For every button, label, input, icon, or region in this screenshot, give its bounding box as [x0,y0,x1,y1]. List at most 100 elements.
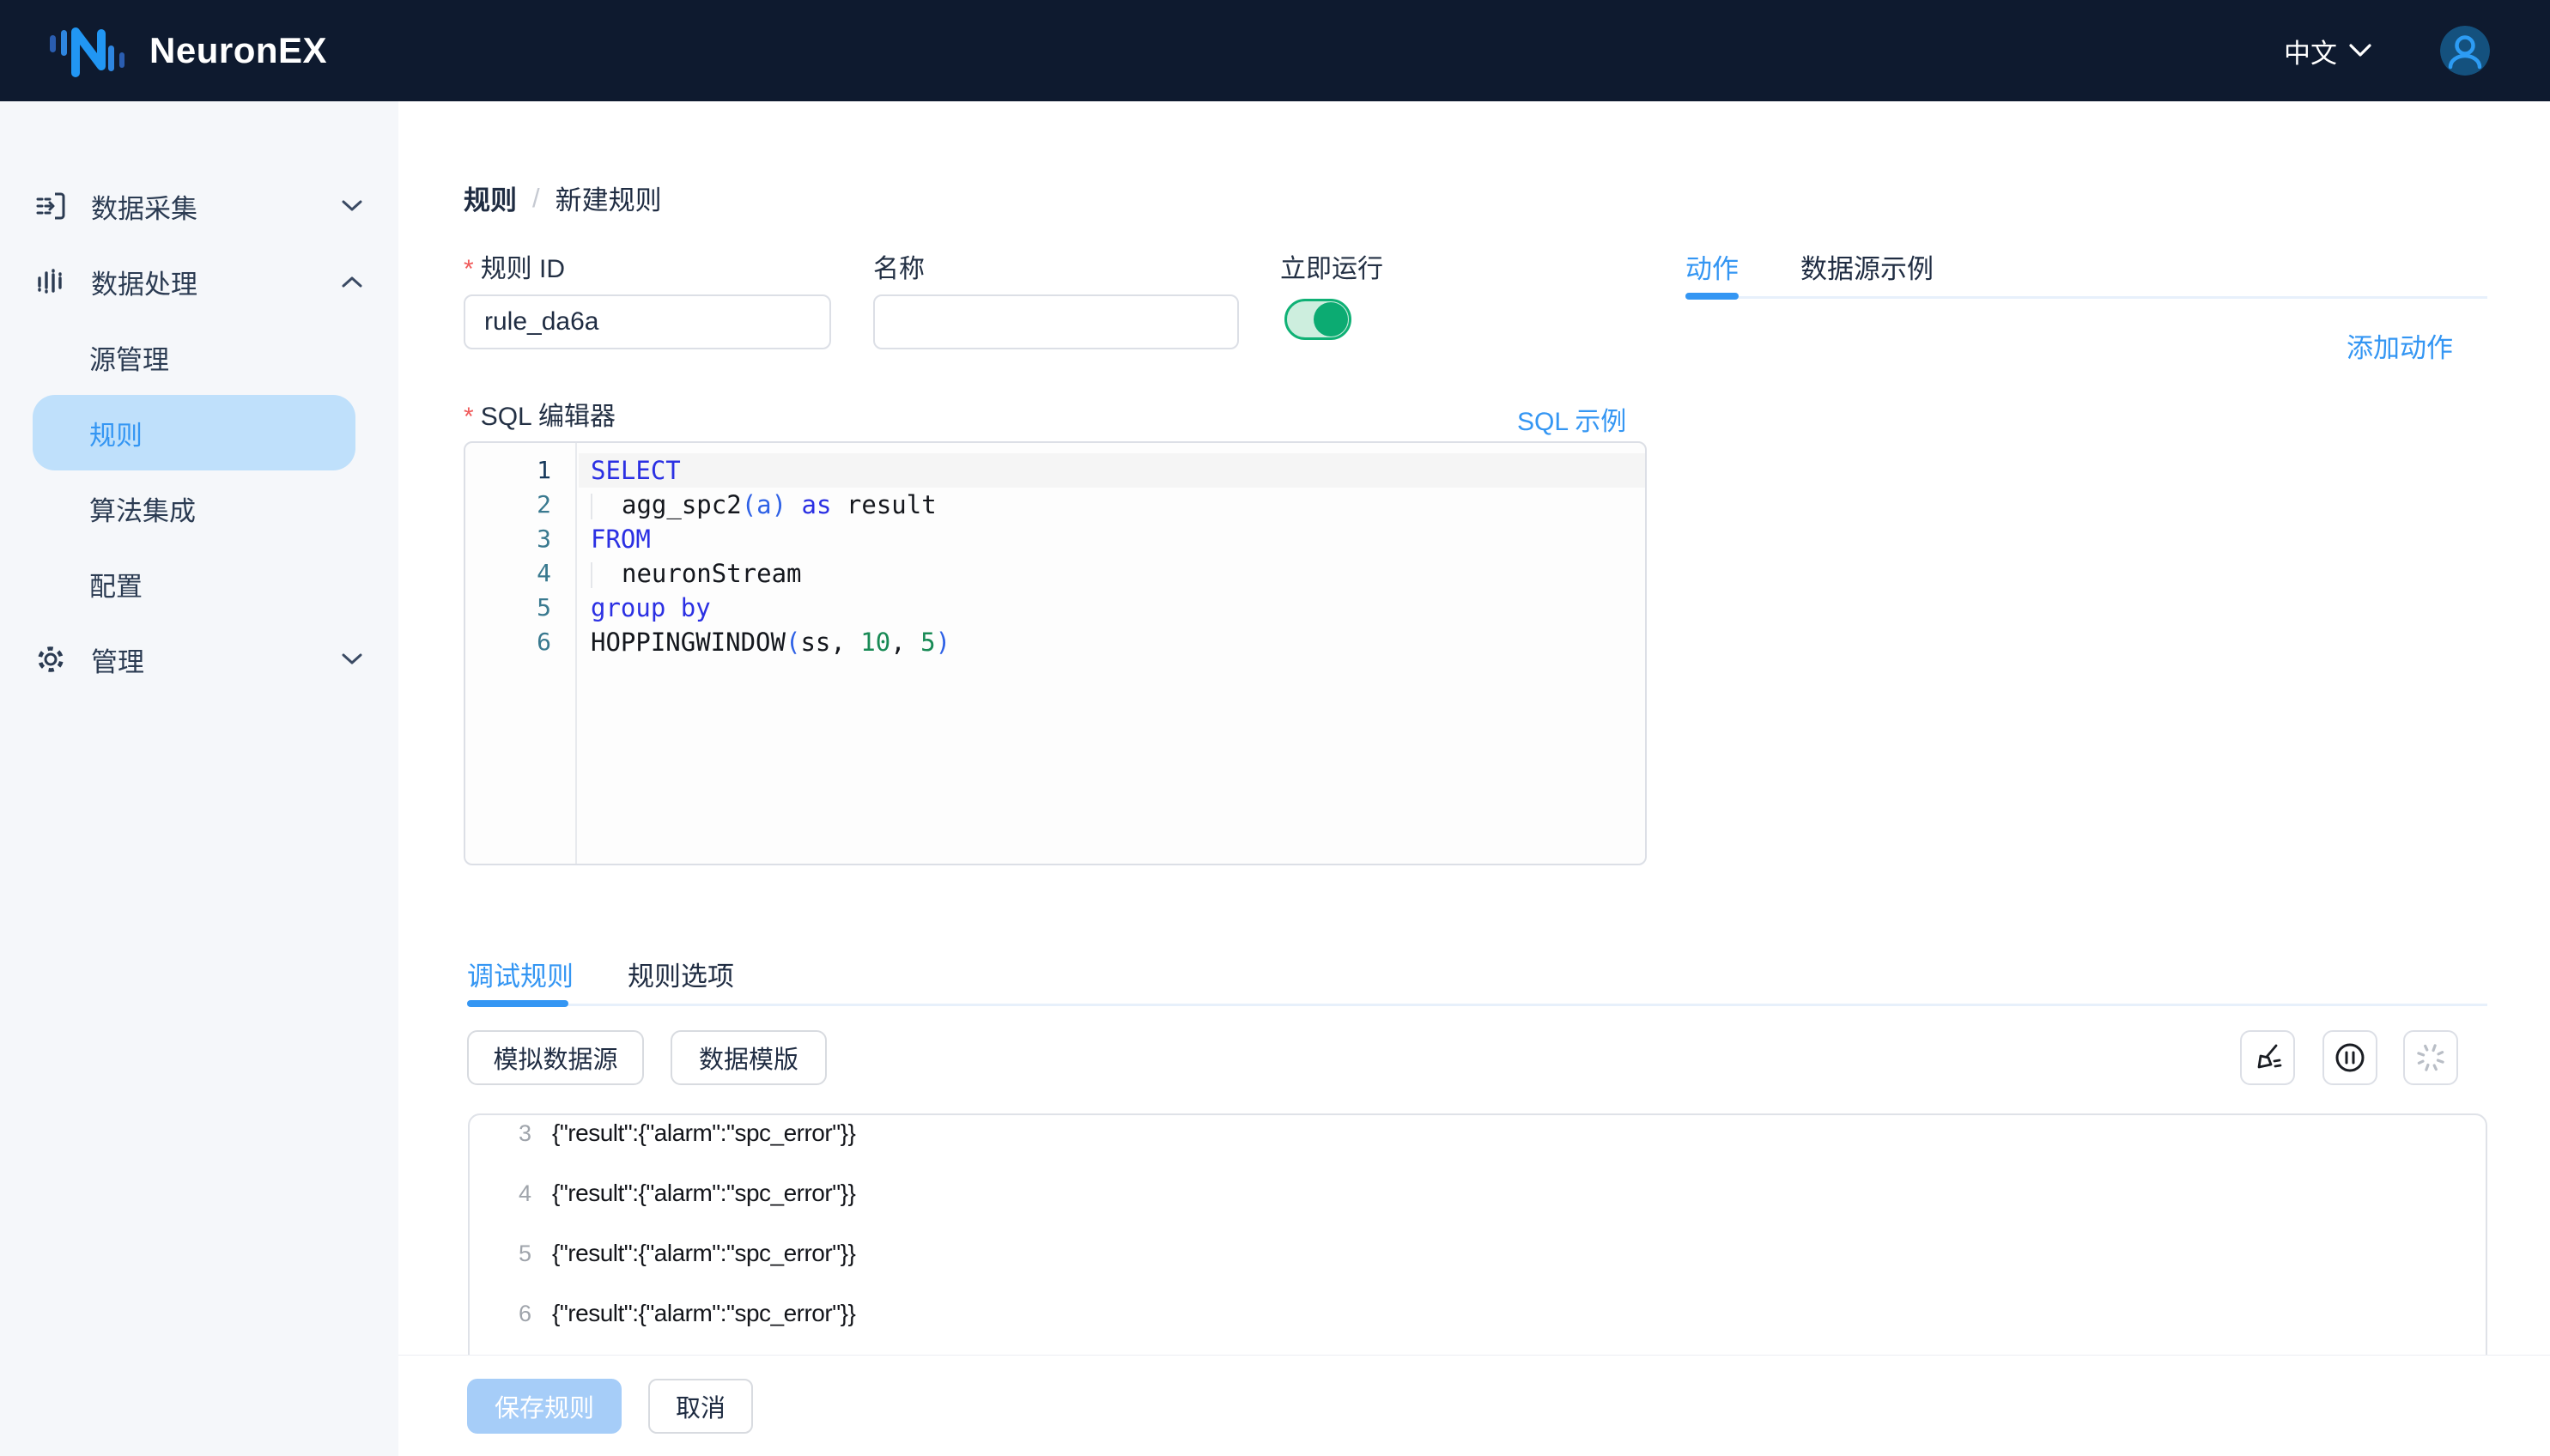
sidebar-item-label: 算法集成 [89,489,196,528]
topbar: NeuronEX 中文 [0,0,2550,101]
user-avatar[interactable] [2440,26,2490,76]
required-asterisk: * [464,403,474,431]
sidebar-item-rules[interactable]: 规则 [33,395,355,470]
sidebar-item-data-processing[interactable]: 数据处理 [0,244,398,319]
data-template-button[interactable]: 数据模版 [671,1030,827,1085]
code-token [786,490,801,519]
actions-tab-underline [1685,293,1739,300]
code-token: FROM [591,525,651,554]
chevron-down-icon [342,200,362,212]
clear-output-button[interactable] [2240,1030,2295,1085]
sidebar-item-algorithm-integration[interactable]: 算法集成 [0,470,398,546]
actions-tab-track [1685,296,2487,299]
sidebar: 数据采集 数据处理 [0,101,398,1456]
simulate-datasource-button[interactable]: 模拟数据源 [467,1030,644,1085]
debug-tab-underline [467,1000,568,1007]
code-token: SELECT [591,456,681,485]
code-token: ) [936,628,950,657]
code-line[interactable]: neuronStream [579,556,1645,591]
run-now-toggle[interactable] [1284,299,1351,340]
output-row-text: {"result":{"alarm":"spc_error"}} [552,1119,855,1147]
sidebar-item-label: 源管理 [89,338,169,377]
gear-icon [34,643,67,676]
sidebar-item-label: 规则 [89,414,143,452]
run-now-label: 立即运行 [1280,247,1383,285]
output-row-number: 3 [470,1120,552,1147]
indent-guide [591,494,622,519]
output-row-text: {"result":{"alarm":"spc_error"}} [552,1180,855,1207]
pause-rule-button[interactable] [2322,1030,2377,1085]
neuronex-logo-icon [48,23,127,78]
brand-home-link[interactable]: NeuronEX [48,23,327,78]
sidebar-item-label: 管理 [91,640,144,679]
editor-code[interactable]: SELECT agg_spc2(a) as result FROM neuronStr… [579,453,1645,659]
sidebar-item-data-collection[interactable]: 数据采集 [0,168,398,244]
code-token: HOPPINGWINDOW [591,628,786,657]
code-token: 5 [920,628,935,657]
language-selector[interactable]: 中文 [2284,32,2371,70]
topbar-right: 中文 [2284,26,2490,76]
required-asterisk: * [464,255,474,283]
sidebar-item-label: 数据采集 [91,187,197,226]
sidebar-item-management[interactable]: 管理 [0,622,398,697]
tab-actions[interactable]: 动作 [1685,247,1739,286]
code-line[interactable]: SELECT [579,453,1645,488]
code-line[interactable]: agg_spc2(a) as result [579,488,1645,522]
code-line[interactable]: FROM [579,522,1645,556]
toggle-knob [1314,302,1348,337]
sql-code-editor[interactable]: 123456 SELECT agg_spc2(a) as result FROM ne… [464,441,1647,865]
clear-broom-icon [2252,1042,2283,1073]
data-collection-icon [34,190,67,222]
loading-spinner-icon [2415,1042,2446,1073]
pause-icon [2334,1041,2366,1074]
loading-spinner-button [2403,1030,2458,1085]
output-row-text: {"result":{"alarm":"spc_error"}} [552,1240,855,1267]
editor-line-numbers: 123456 [465,443,577,864]
tab-datasource-sample[interactable]: 数据源示例 [1800,247,1934,286]
line-number: 4 [465,556,575,591]
add-action-link[interactable]: 添加动作 [2347,326,2453,365]
line-number: 1 [465,453,575,488]
line-number: 3 [465,522,575,556]
code-token: ss, [800,628,860,657]
name-input[interactable] [873,294,1239,349]
code-token: as [802,490,832,519]
brand-name: NeuronEX [149,30,327,71]
breadcrumb-rules[interactable]: 规则 [464,179,517,217]
user-icon [2440,26,2490,76]
line-number: 6 [465,625,575,659]
code-token: neuronStream [622,559,802,588]
save-rule-button[interactable]: 保存规则 [467,1379,622,1434]
output-row: 3{"result":{"alarm":"spc_error"}} [470,1113,2486,1163]
sidebar-item-label: 配置 [89,565,143,604]
code-token: result [831,490,936,519]
indent-guide [591,562,622,588]
tab-debug-rule[interactable]: 调试规则 [467,955,574,993]
code-token: , [890,628,920,657]
chevron-down-icon [2349,44,2371,58]
data-processing-icon [34,265,67,298]
output-row: 4{"result":{"alarm":"spc_error"}} [470,1163,2486,1223]
neuronex-app: NeuronEX 中文 [0,0,2550,1456]
code-token: (a) [742,490,786,519]
rule-id-input[interactable] [464,294,831,349]
sidebar-item-source-management[interactable]: 源管理 [0,319,398,395]
code-token: 10 [860,628,890,657]
sidebar-item-configuration[interactable]: 配置 [0,546,398,622]
code-token: ( [786,628,800,657]
output-row: 5{"result":{"alarm":"spc_error"}} [470,1223,2486,1283]
cancel-button[interactable]: 取消 [648,1379,753,1434]
code-token: agg_spc2 [622,490,742,519]
sql-editor-label: *SQL 编辑器 [464,395,616,433]
output-row-text: {"result":{"alarm":"spc_error"}} [552,1300,855,1327]
tab-rule-options[interactable]: 规则选项 [628,955,734,993]
debug-tab-track [467,1004,2487,1006]
name-label: 名称 [873,247,925,285]
output-row-number: 6 [470,1301,552,1327]
code-line[interactable]: group by [579,591,1645,625]
output-row: 6{"result":{"alarm":"spc_error"}} [470,1283,2486,1344]
debug-output-panel[interactable]: 3{"result":{"alarm":"spc_error"}}4{"resu… [468,1113,2487,1371]
output-row-number: 5 [470,1241,552,1267]
code-line[interactable]: HOPPINGWINDOW(ss, 10, 5) [579,625,1645,659]
sql-example-link[interactable]: SQL 示例 [1517,400,1626,438]
